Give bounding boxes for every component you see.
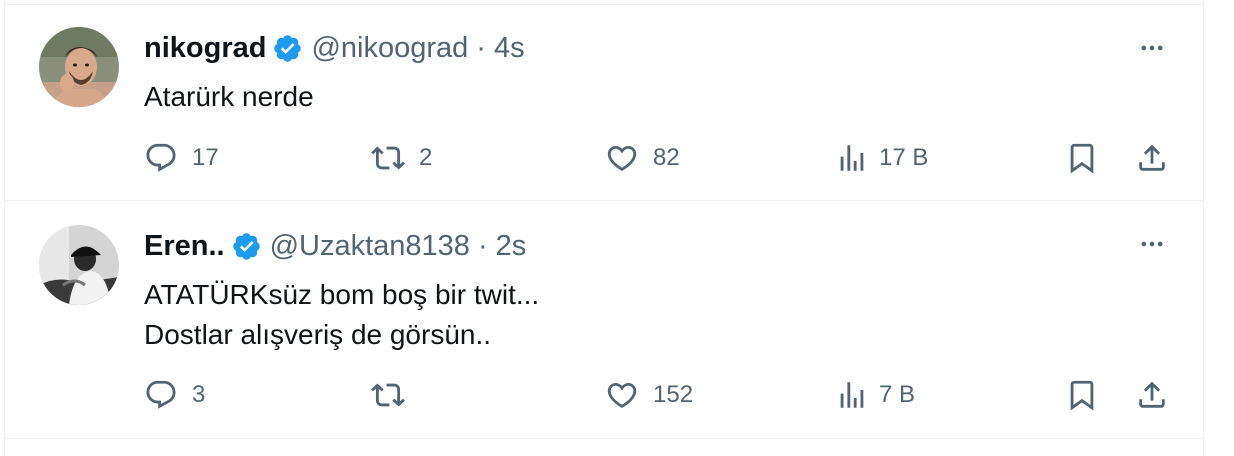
heart-icon [607, 382, 637, 408]
handle[interactable]: @nikoograd [311, 31, 468, 65]
reply-icon [146, 143, 176, 172]
action-bar: 3 152 7 B [5, 377, 1203, 413]
bookmark-button[interactable] [1065, 377, 1099, 413]
like-count: 152 [653, 381, 694, 408]
retweet-count: 2 [419, 144, 433, 171]
tweet-text-line: Dostlar alışveriş de görsün.. [144, 319, 492, 350]
views-chart-icon [840, 382, 864, 408]
reply-count: 17 [192, 144, 219, 171]
separator-dot: · [477, 230, 488, 262]
retweet-icon [371, 383, 405, 407]
reply-icon [146, 380, 176, 409]
views-button[interactable]: 17 B [835, 140, 928, 176]
avatar-image [39, 225, 119, 305]
tweet-text: ATATÜRKsüz bom boş bir twit... Dostlar a… [144, 275, 539, 355]
share-icon [1139, 381, 1165, 408]
reply-count: 3 [192, 381, 206, 408]
like-button[interactable]: 82 [605, 140, 680, 176]
avatar-image [39, 27, 119, 107]
share-button[interactable] [1135, 140, 1169, 176]
retweet-button[interactable]: 2 [371, 140, 432, 176]
timestamp[interactable]: 2s [496, 229, 527, 263]
tweet-text: Atarürk nerde [144, 77, 314, 117]
avatar[interactable] [39, 225, 119, 305]
like-count: 82 [653, 144, 680, 171]
avatar[interactable] [39, 27, 119, 107]
heart-icon [607, 145, 637, 171]
share-button[interactable] [1135, 377, 1169, 413]
view-count: 17 B [879, 144, 929, 171]
display-name[interactable]: nikograd [144, 31, 266, 65]
tweet-feed: nikograd @nikoograd · 4s Atarürk nerde 1… [4, 0, 1204, 456]
reply-button[interactable]: 3 [144, 377, 205, 413]
share-icon [1139, 144, 1165, 171]
retweet-button[interactable] [371, 377, 419, 413]
bookmark-icon [1070, 380, 1094, 411]
verified-badge-icon[interactable] [231, 231, 262, 262]
more-options-icon[interactable] [1135, 227, 1169, 261]
timestamp[interactable]: 4s [494, 31, 525, 65]
tweet[interactable]: nikograd @nikoograd · 4s Atarürk nerde 1… [5, 5, 1203, 201]
display-name[interactable]: Eren.. [144, 229, 225, 263]
handle[interactable]: @Uzaktan8138 [270, 229, 470, 263]
tweet-text-line: Atarürk nerde [144, 81, 314, 112]
separator-dot: · [476, 32, 486, 64]
verified-badge-icon[interactable] [272, 33, 303, 64]
more-options-icon[interactable] [1135, 31, 1169, 65]
like-button[interactable]: 152 [605, 377, 693, 413]
tweet[interactable]: Eren.. @Uzaktan8138 · 2s ATATÜRKsüz bom … [5, 201, 1203, 439]
bookmark-icon [1070, 143, 1094, 174]
action-bar: 17 2 82 17 B [5, 140, 1203, 176]
retweet-icon [371, 146, 405, 170]
tweet-text-line: ATATÜRKsüz bom boş bir twit... [144, 279, 540, 310]
reply-button[interactable]: 17 [144, 140, 219, 176]
views-button[interactable]: 7 B [835, 377, 915, 413]
bookmark-button[interactable] [1065, 140, 1099, 176]
views-chart-icon [840, 145, 864, 171]
view-count: 7 B [879, 381, 916, 408]
